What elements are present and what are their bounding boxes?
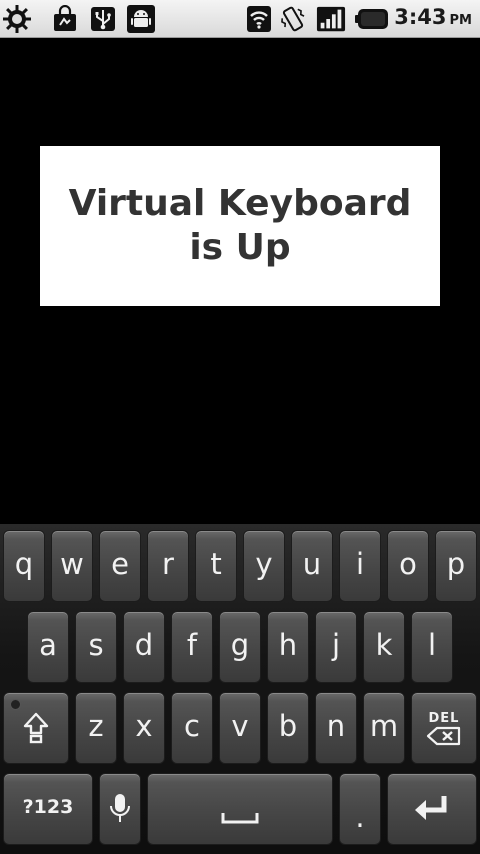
enter-arrow-icon — [415, 796, 447, 820]
key-d[interactable]: d — [123, 611, 165, 683]
key-f[interactable]: f — [171, 611, 213, 683]
key-label: l — [427, 628, 437, 662]
key-e[interactable]: e — [99, 530, 141, 602]
key-c[interactable]: c — [171, 692, 213, 764]
shift-key[interactable] — [3, 692, 69, 764]
key-label: v — [231, 709, 249, 743]
key-label: m — [369, 709, 399, 743]
key-label: i — [355, 547, 365, 581]
key-a[interactable]: a — [27, 611, 69, 683]
message-text: Virtual Keyboard is Up — [68, 183, 412, 268]
key-label: f — [186, 628, 198, 662]
vibrate-icon — [278, 4, 308, 34]
key-b[interactable]: b — [267, 692, 309, 764]
key-u[interactable]: u — [291, 530, 333, 602]
shopping-bag-icon — [50, 4, 80, 34]
key-w[interactable]: w — [51, 530, 93, 602]
key-o[interactable]: o — [387, 530, 429, 602]
key-label: z — [88, 709, 104, 743]
key-x[interactable]: x — [123, 692, 165, 764]
shift-arrow-icon — [23, 712, 49, 744]
wifi-icon — [244, 4, 274, 34]
key-z[interactable]: z — [75, 692, 117, 764]
delete-key[interactable]: DEL — [411, 692, 477, 764]
key-label: p — [446, 547, 466, 581]
key-j[interactable]: j — [315, 611, 357, 683]
key-q[interactable]: q — [3, 530, 45, 602]
enter-key[interactable] — [387, 773, 477, 845]
key-label: q — [14, 547, 34, 581]
key-label: c — [184, 709, 200, 743]
battery-icon — [354, 4, 390, 34]
key-t[interactable]: t — [195, 530, 237, 602]
key-label: t — [210, 547, 222, 581]
key-label: s — [88, 628, 104, 662]
key-label: r — [162, 547, 174, 581]
period-label: . — [355, 800, 365, 834]
key-v[interactable]: v — [219, 692, 261, 764]
key-label: d — [134, 628, 154, 662]
key-y[interactable]: y — [243, 530, 285, 602]
key-l[interactable]: l — [411, 611, 453, 683]
key-g[interactable]: g — [219, 611, 261, 683]
delete-key-content: DEL — [426, 711, 462, 746]
backspace-icon — [426, 726, 461, 745]
key-h[interactable]: h — [267, 611, 309, 683]
key-n[interactable]: n — [315, 692, 357, 764]
key-label: a — [39, 628, 57, 662]
key-i[interactable]: i — [339, 530, 381, 602]
key-label: y — [255, 547, 273, 581]
key-p[interactable]: p — [435, 530, 477, 602]
status-bar: 3:43 PM — [0, 0, 480, 38]
app-content: Virtual Keyboard is Up — [0, 38, 480, 524]
symbols-key[interactable]: ?123 — [3, 773, 93, 845]
key-s[interactable]: s — [75, 611, 117, 683]
key-label: h — [278, 628, 298, 662]
clock-ampm: PM — [449, 13, 472, 28]
clock: 3:43 PM — [394, 5, 472, 33]
key-label: o — [399, 547, 417, 581]
mic-key[interactable] — [99, 773, 141, 845]
clock-time: 3:43 — [394, 5, 447, 29]
space-bar-icon — [221, 813, 259, 824]
microphone-icon — [110, 794, 130, 822]
key-label: k — [375, 628, 393, 662]
key-label: w — [60, 547, 84, 581]
usb-icon — [88, 4, 118, 34]
virtual-keyboard: q w e r t y u i o p a s d f g h j k l z … — [0, 524, 480, 854]
key-m[interactable]: m — [363, 692, 405, 764]
android-debug-icon — [126, 4, 156, 34]
key-r[interactable]: r — [147, 530, 189, 602]
period-key[interactable]: . — [339, 773, 381, 845]
caps-lock-indicator — [10, 699, 21, 710]
key-label: b — [278, 709, 298, 743]
key-k[interactable]: k — [363, 611, 405, 683]
signal-icon — [316, 4, 346, 34]
key-label: e — [111, 547, 129, 581]
key-label: x — [135, 709, 153, 743]
message-box: Virtual Keyboard is Up — [40, 146, 440, 306]
space-key[interactable] — [147, 773, 333, 845]
key-label: u — [302, 547, 322, 581]
brightness-icon — [2, 4, 32, 34]
key-label: n — [326, 709, 346, 743]
symbols-label: ?123 — [22, 796, 74, 818]
key-label: g — [230, 628, 250, 662]
delete-label: DEL — [428, 710, 460, 726]
key-label: j — [331, 628, 341, 662]
